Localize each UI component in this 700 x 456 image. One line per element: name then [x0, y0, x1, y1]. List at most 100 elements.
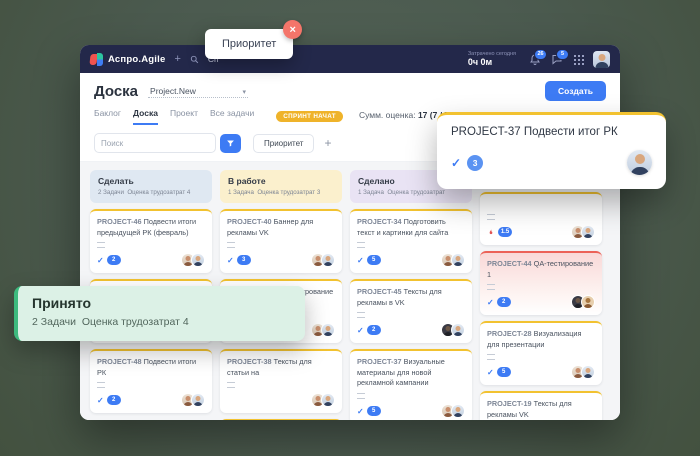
- column-subtitle: 1 Задача Оценка трудозатрат 3: [228, 189, 334, 196]
- task-card[interactable]: 1.5: [480, 192, 602, 245]
- task-id: PROJECT-40: [227, 217, 272, 226]
- assignee-avatar: [627, 150, 652, 175]
- check-icon: ✓: [487, 368, 494, 377]
- search-box: [94, 133, 241, 153]
- search-icon[interactable]: [190, 55, 199, 64]
- page-title: Доска: [94, 83, 138, 100]
- task-card[interactable]: PROJECT-37 Визуальные материалы для ново…: [350, 349, 472, 420]
- app-name: Аспро.Agile: [108, 54, 165, 65]
- column-done: Сделано 1 Задача Оценка трудозатрат PROJ…: [350, 170, 472, 420]
- task-card[interactable]: PROJECT-28 Визуализация для презентации …: [480, 321, 602, 385]
- task-id: PROJECT-46: [97, 217, 142, 226]
- project-selector-value: Project.New: [150, 86, 196, 96]
- description-icon: [487, 284, 495, 290]
- column-subtitle: 1 Задача Оценка трудозатрат: [358, 189, 464, 196]
- messages-icon[interactable]: 5: [551, 53, 564, 66]
- tab-all-tasks[interactable]: Все задачи: [210, 108, 254, 125]
- estimate-badge: ✓5: [357, 255, 381, 265]
- chevron-down-icon: ▾: [243, 88, 247, 96]
- time-tracker[interactable]: Затрачено сегодня 0ч 0м: [468, 51, 516, 68]
- task-id: PROJECT-48: [97, 357, 142, 366]
- assignee-avatar: [191, 393, 205, 407]
- task-card[interactable]: PROJECT-46 Подвести итоги предыдущей РК …: [90, 209, 212, 273]
- assignees: [441, 404, 465, 418]
- description-icon: [357, 312, 365, 318]
- sprint-status-badge: СПРИНТ НАЧАТ: [276, 111, 343, 122]
- search-input[interactable]: [94, 133, 216, 153]
- task-card[interactable]: PROJECT-45 Тексты для рекламы в VK ✓2: [350, 279, 472, 343]
- app-logo[interactable]: Аспро.Agile: [90, 53, 165, 66]
- task-id: PROJECT-44: [487, 259, 532, 268]
- task-card[interactable]: PROJECT-34 Подготовить текст и картинки …: [350, 209, 472, 273]
- assignee-avatar: [581, 225, 595, 239]
- topbar: Аспро.Agile + Сп Затрачено сегодня 0ч 0м…: [80, 45, 620, 73]
- description-icon: [97, 242, 105, 248]
- tab-project[interactable]: Проект: [170, 108, 198, 125]
- task-id: PROJECT-37: [357, 357, 402, 366]
- check-icon: ✓: [487, 298, 494, 307]
- user-avatar[interactable]: [593, 51, 610, 68]
- column-header[interactable]: В работе 1 Задача Оценка трудозатрат 3: [220, 170, 342, 203]
- estimate-badge: ✓2: [357, 325, 381, 335]
- priority-tooltip-label: Приоритет: [222, 38, 276, 50]
- priority-tooltip: Приоритет ×: [205, 29, 293, 59]
- column-title: В работе: [228, 176, 334, 186]
- assignees: [571, 365, 595, 379]
- notifications-count-badge: 26: [534, 49, 547, 60]
- tab-board[interactable]: Доска: [133, 108, 158, 125]
- assignee-avatar: [451, 404, 465, 418]
- task-card[interactable]: PROJECT-38 Тексты для статьи на ✓: [220, 349, 342, 413]
- assignees: [311, 253, 335, 267]
- task-card[interactable]: PROJECT-48 Подвести итоги РК ✓2: [90, 349, 212, 413]
- assignees: [571, 295, 595, 309]
- assignees: [311, 393, 335, 407]
- notifications-bell-icon[interactable]: 26: [529, 53, 542, 66]
- task-card[interactable]: PROJECT-19 Тексты для рекламы VK ✓4: [480, 391, 602, 420]
- check-icon: ✓: [97, 256, 104, 265]
- check-icon: ✓: [357, 256, 364, 265]
- project-selector[interactable]: Project.New ▾: [148, 84, 248, 98]
- description-icon: [487, 354, 495, 360]
- tab-backlog[interactable]: Баклог: [94, 108, 121, 125]
- app-window: Аспро.Agile + Сп Затрачено сегодня 0ч 0м…: [80, 45, 620, 420]
- column-accepted: 1.5 PROJECT-44 QA-тестирование 1 ✓2 PROJ…: [480, 170, 602, 420]
- accepted-subtitle: 2 Задачи Оценка трудозатрат 4: [32, 316, 291, 328]
- estimate-badge: ✓2: [97, 395, 121, 405]
- filter-button[interactable]: [220, 134, 241, 153]
- column-header[interactable]: Сделать 2 Задачи Оценка трудозатрат 4: [90, 170, 212, 203]
- check-icon: ✓: [227, 256, 234, 265]
- zoomed-task-title: PROJECT-37 Подвести итог РК: [451, 126, 652, 138]
- task-card-highlighted[interactable]: PROJECT-44 QA-тестирование 1 ✓2: [480, 251, 602, 315]
- column-subtitle: 2 Задачи Оценка трудозатрат 4: [98, 189, 204, 196]
- marketing-canvas: Аспро.Agile + Сп Затрачено сегодня 0ч 0м…: [0, 0, 700, 456]
- description-icon: [227, 242, 235, 248]
- fire-icon: [487, 228, 495, 237]
- add-icon[interactable]: +: [174, 54, 180, 65]
- estimate-badge: ✓ 3: [451, 155, 483, 171]
- task-id: PROJECT-34: [357, 217, 402, 226]
- close-icon[interactable]: ×: [283, 20, 302, 39]
- priority-filter-chip[interactable]: Приоритет: [253, 134, 314, 153]
- assignee-avatar: [451, 253, 465, 267]
- accepted-column-callout: Принято 2 Задачи Оценка трудозатрат 4: [14, 286, 305, 341]
- task-id: PROJECT-28: [487, 329, 532, 338]
- zoomed-task-card[interactable]: PROJECT-37 Подвести итог РК ✓ 3: [437, 112, 666, 189]
- task-card[interactable]: теории ✓3: [220, 419, 342, 420]
- estimate-badge: ✓3: [227, 255, 251, 265]
- estimate-badge: 1.5: [487, 227, 512, 237]
- funnel-icon: [226, 139, 235, 148]
- app-logo-icon: [90, 53, 103, 66]
- assignees: [441, 323, 465, 337]
- assignees: [311, 323, 335, 337]
- create-button[interactable]: Создать: [545, 81, 606, 101]
- time-tracker-value: 0ч 0м: [468, 57, 492, 67]
- apps-grid-icon[interactable]: [573, 54, 584, 65]
- description-icon: [357, 393, 365, 399]
- task-card[interactable]: PROJECT-40 Баннер для рекламы VK ✓3: [220, 209, 342, 273]
- estimate-badge: ✓5: [357, 406, 381, 416]
- messages-count-badge: 5: [556, 49, 569, 60]
- add-filter-button[interactable]: +: [324, 137, 331, 149]
- assignee-avatar: [581, 365, 595, 379]
- description-icon: [357, 242, 365, 248]
- page-header: Доска Project.New ▾ Создать: [80, 73, 620, 101]
